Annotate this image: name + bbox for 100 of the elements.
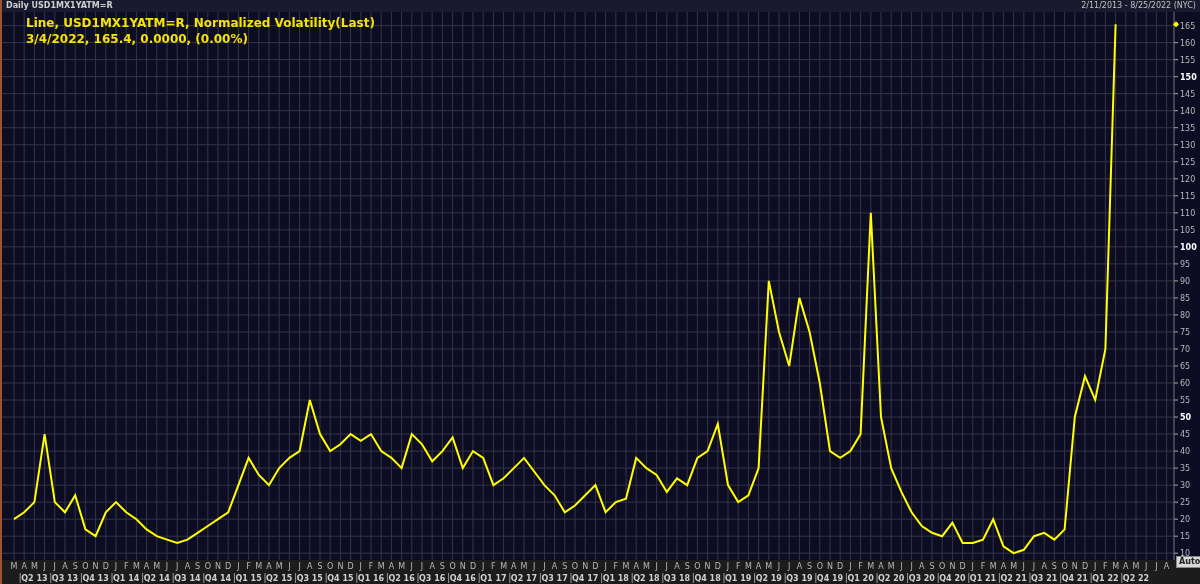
quarter-label: Q2 22 [1122, 574, 1150, 583]
month-label: M [275, 562, 283, 571]
month-label: F [613, 562, 619, 571]
month-label: M [1112, 562, 1120, 571]
month-label: A [551, 562, 558, 571]
month-label: J [298, 562, 301, 571]
month-label: A [307, 562, 313, 571]
month-label: M [765, 562, 773, 571]
month-label: J [1155, 562, 1158, 571]
y-tick-label: 130 [1180, 140, 1196, 150]
month-label: N [459, 562, 466, 571]
month-label: A [674, 562, 680, 571]
y-tick-label: 135 [1180, 123, 1196, 133]
quarter-label: Q2 17 [510, 574, 538, 583]
month-label: J [788, 562, 791, 571]
month-label: M [867, 562, 875, 571]
quarter-label: Q4 13 [82, 574, 109, 583]
quarter-label: Q3 13 [51, 574, 79, 583]
y-tick-label: 25 [1180, 498, 1191, 508]
month-label: S [562, 562, 568, 571]
quarter-label: Q4 14 [204, 574, 232, 583]
month-label: A [796, 562, 803, 571]
legend-text: 3/4/2022, 165.4, 0.0000, (0.00%) [26, 31, 249, 47]
month-label: J [43, 562, 46, 571]
y-tick-label: 150 [1180, 72, 1197, 82]
month-label: S [439, 562, 445, 571]
month-label: M [398, 562, 406, 571]
quarter-label: Q2 15 [266, 574, 293, 583]
month-label: D [225, 562, 232, 571]
month-label: M [500, 562, 508, 571]
quarter-label: Q2 14 [143, 574, 170, 583]
month-label: J [971, 562, 974, 571]
month-label: J [53, 562, 56, 571]
month-label: J [604, 562, 607, 571]
month-label: S [807, 562, 813, 571]
y-tick-label: 60 [1180, 379, 1191, 388]
month-label: A [1163, 562, 1170, 571]
quarter-label: Q4 17 [572, 574, 599, 583]
quarter-label: Q1 19 [725, 574, 752, 583]
month-label: J [900, 562, 903, 571]
quarter-label: Q4 21 [1061, 574, 1088, 583]
month-label: O [82, 562, 89, 571]
month-label: M [622, 562, 630, 571]
month-label: D [592, 562, 599, 571]
y-tick-label: 105 [1180, 225, 1196, 235]
month-label: M [132, 562, 140, 571]
month-label: F [858, 562, 863, 571]
month-label: O [449, 562, 456, 571]
month-label: A [878, 562, 884, 571]
month-label: J [482, 562, 485, 571]
month-label: A [62, 562, 68, 571]
month-label: N [704, 562, 711, 571]
quarter-label: Q4 16 [449, 574, 476, 583]
y-tick-label: 140 [1180, 106, 1196, 116]
month-label: F [368, 562, 374, 571]
month-label: D [1081, 562, 1089, 571]
month-label: M [989, 562, 997, 571]
quarter-label: Q3 20 [908, 574, 935, 583]
quarter-label: Q1 14 [113, 574, 140, 583]
month-label: O [939, 562, 946, 571]
quarter-label: Q1 15 [235, 574, 262, 583]
month-label: M [1010, 562, 1018, 571]
y-tick-label: 165 [1180, 21, 1196, 31]
month-label: A [1000, 562, 1007, 571]
y-tick-label: 70 [1180, 344, 1191, 354]
month-label: M [30, 562, 38, 571]
month-label: J [288, 562, 291, 571]
month-label: S [684, 562, 690, 571]
quarter-label: Q2 18 [633, 574, 660, 583]
y-tick-label: 145 [1180, 89, 1196, 99]
y-tick-label: 80 [1180, 310, 1191, 320]
quarter-label: Q2 13 [21, 574, 48, 583]
month-label: S [72, 562, 78, 571]
month-label: D [347, 562, 354, 571]
quarter-label: Q2 20 [878, 574, 905, 583]
month-label: S [317, 562, 323, 571]
month-label: J [1094, 562, 1097, 571]
quarter-label: Q3 21 [1031, 574, 1058, 583]
month-label: O [816, 562, 823, 571]
month-label: J [237, 562, 240, 571]
month-label: D [102, 562, 109, 571]
month-label: N [1071, 562, 1078, 571]
y-tick-label: 15 [1180, 532, 1191, 542]
auto-scale-button[interactable]: Auto [1176, 556, 1200, 568]
month-label: J [1022, 562, 1025, 571]
month-label: M [255, 562, 263, 571]
month-label: J [543, 562, 546, 571]
month-label: M [520, 562, 528, 571]
quarter-label: Q3 19 [786, 574, 813, 583]
quarter-label: Q4 19 [816, 574, 844, 583]
month-label: O [204, 562, 211, 571]
date-range: 2/11/2013 - 8/25/2022 (NYC) [1081, 2, 1196, 10]
month-label: A [511, 562, 517, 571]
y-tick-label: 45 [1180, 430, 1191, 440]
month-label: J [655, 562, 658, 571]
month-label: N [949, 562, 956, 571]
month-label: S [1051, 562, 1057, 571]
month-label: A [1123, 562, 1129, 571]
y-tick-label: 120 [1180, 174, 1196, 184]
quarter-label: Q3 16 [419, 574, 446, 583]
